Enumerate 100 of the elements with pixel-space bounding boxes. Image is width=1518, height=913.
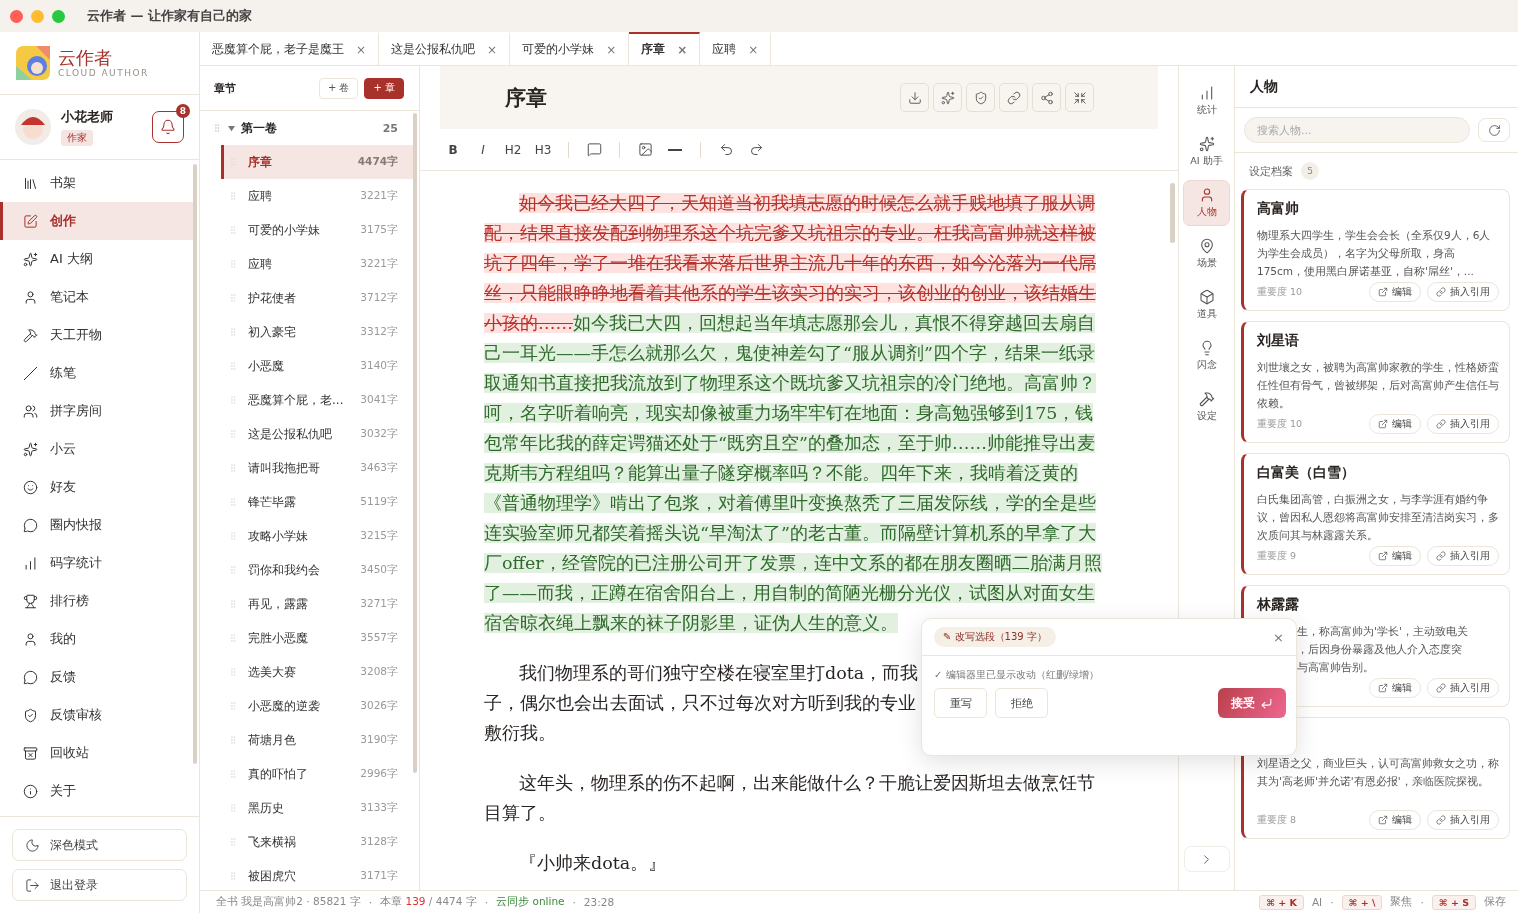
chapter-item[interactable]: 请叫我拖把哥 3463字	[221, 451, 413, 485]
nav-item[interactable]: 拼字房间	[0, 392, 193, 430]
grip-icon[interactable]	[228, 531, 238, 541]
nav-item[interactable]: 好友	[0, 468, 193, 506]
grip-icon[interactable]	[228, 429, 238, 439]
share-button[interactable]	[1032, 83, 1061, 112]
tab-close-button[interactable]: ×	[356, 42, 367, 57]
expand-button[interactable]	[1183, 846, 1230, 872]
grip-icon[interactable]	[228, 599, 238, 609]
chapter-item[interactable]: 应聘 3221字	[221, 247, 413, 281]
format-button[interactable]: H3	[530, 137, 556, 162]
rail-tab[interactable]: 场景	[1183, 231, 1230, 277]
edit-button[interactable]: 编辑	[1369, 414, 1421, 434]
grip-icon[interactable]	[228, 327, 238, 337]
chapter-item[interactable]: 护花使者 3712字	[221, 281, 413, 315]
editor-tab[interactable]: 序章 ×	[629, 32, 701, 65]
format-button[interactable]: B	[440, 137, 466, 162]
refresh-button[interactable]	[1478, 118, 1510, 142]
grip-icon[interactable]	[228, 497, 238, 507]
nav-item[interactable]: 回收站	[0, 734, 193, 772]
add-chapter-button[interactable]: + 章	[364, 77, 404, 99]
chapter-item[interactable]: 真的吓怕了 2996字	[221, 757, 413, 791]
volume-row[interactable]: 第一卷 25	[200, 111, 413, 145]
grip-icon[interactable]	[228, 463, 238, 473]
nav-item[interactable]: 我的	[0, 620, 193, 658]
chapter-item[interactable]: 完胜小恶魔 3557字	[221, 621, 413, 655]
chapter-item[interactable]: 被困虎穴 3171字	[221, 859, 413, 890]
chapter-item[interactable]: 攻略小学妹 3215字	[221, 519, 413, 553]
rail-tab[interactable]: 闪念	[1183, 333, 1230, 379]
grip-icon[interactable]	[228, 837, 238, 847]
insert-reference-button[interactable]: 插入引用	[1427, 546, 1499, 566]
nav-item[interactable]: 创作	[0, 202, 193, 240]
editor-tab[interactable]: 这是公报私仇吧 ×	[379, 32, 511, 65]
grip-icon[interactable]	[228, 667, 238, 677]
search-field[interactable]: 搜索人物...	[1244, 117, 1470, 143]
chapter-item[interactable]: 初入豪宅 3312字	[221, 315, 413, 349]
nav-item[interactable]: 练笔	[0, 354, 193, 392]
tab-close-button[interactable]: ×	[748, 42, 759, 57]
link-button[interactable]	[999, 83, 1028, 112]
rail-tab[interactable]: 人物	[1183, 180, 1230, 226]
nav-item[interactable]: AI 大纲	[0, 240, 193, 278]
chapter-item[interactable]: 应聘 3221字	[221, 179, 413, 213]
chapter-item[interactable]: 这是公报私仇吧 3032字	[221, 417, 413, 451]
insert-reference-button[interactable]: 插入引用	[1427, 282, 1499, 302]
rail-tab[interactable]: AI 助手	[1183, 129, 1230, 175]
rail-tab[interactable]: 道具	[1183, 282, 1230, 328]
download-button[interactable]	[900, 83, 929, 112]
editor-tab[interactable]: 恶魔算个屁，老子是魔王 ×	[200, 32, 380, 65]
tab-close-button[interactable]: ×	[606, 42, 617, 57]
chapter-item[interactable]: 选美大赛 3208字	[221, 655, 413, 689]
grip-icon[interactable]	[228, 293, 238, 303]
nav-item[interactable]: 反馈	[0, 658, 193, 696]
tab-close-button[interactable]: ×	[487, 42, 498, 57]
nav-item[interactable]: 小云	[0, 430, 193, 468]
rewrite-button[interactable]: 重写	[934, 688, 987, 718]
grip-icon[interactable]	[228, 769, 238, 779]
grip-icon[interactable]	[228, 259, 238, 269]
caret-icon[interactable]	[228, 124, 235, 132]
edit-button[interactable]: 编辑	[1369, 546, 1421, 566]
nav-item[interactable]: 关于	[0, 772, 193, 810]
nav-item[interactable]: 天工开物	[0, 316, 193, 354]
chapter-item[interactable]: 恶魔算个屁，老... 3041字	[221, 383, 413, 417]
nav-item[interactable]: 笔记本	[0, 278, 193, 316]
nav-item[interactable]: 码字统计	[0, 544, 193, 582]
editor-tab[interactable]: 应聘 ×	[700, 32, 772, 65]
grip-icon[interactable]	[212, 123, 222, 133]
grip-icon[interactable]	[228, 395, 238, 405]
edit-button[interactable]: 编辑	[1369, 678, 1421, 698]
grip-icon[interactable]	[228, 565, 238, 575]
nav-item[interactable]: 排行榜	[0, 582, 193, 620]
sparkles-button[interactable]	[933, 83, 962, 112]
rail-tab[interactable]: 统计	[1183, 78, 1230, 124]
grip-icon[interactable]	[228, 735, 238, 745]
grip-icon[interactable]	[228, 633, 238, 643]
dark-mode-button[interactable]: 深色模式	[12, 829, 187, 861]
format-button[interactable]: H2	[500, 137, 526, 162]
nav-item[interactable]: 反馈审核	[0, 696, 193, 734]
chapter-item[interactable]: 可爱的小学妹 3175字	[221, 213, 413, 247]
chapter-item[interactable]: 飞来横祸 3128字	[221, 825, 413, 859]
shield-check-button[interactable]	[966, 83, 995, 112]
nav-item[interactable]: 书架	[0, 164, 193, 202]
grip-icon[interactable]	[228, 803, 238, 813]
chapter-item[interactable]: 黑历史 3133字	[221, 791, 413, 825]
edit-button[interactable]: 编辑	[1369, 282, 1421, 302]
chapter-item[interactable]: 锋芒毕露 5119字	[221, 485, 413, 519]
insert-reference-button[interactable]: 插入引用	[1427, 810, 1499, 830]
insert-reference-button[interactable]: 插入引用	[1427, 414, 1499, 434]
grip-icon[interactable]	[228, 361, 238, 371]
grip-icon[interactable]	[228, 701, 238, 711]
chapter-item[interactable]: 小恶魔的逆袭 3026字	[221, 689, 413, 723]
chapter-item[interactable]: 序章 4474字	[221, 145, 413, 179]
grip-icon[interactable]	[228, 225, 238, 235]
close-button[interactable]	[10, 9, 23, 23]
grip-icon[interactable]	[228, 871, 238, 881]
close-button[interactable]: ×	[1273, 629, 1284, 645]
zoom-button[interactable]	[52, 9, 65, 23]
chapter-item[interactable]: 小恶魔 3140字	[221, 349, 413, 383]
chapter-item[interactable]: 罚你和我约会 3450字	[221, 553, 413, 587]
tab-close-button[interactable]: ×	[677, 42, 688, 57]
logout-button[interactable]: 退出登录	[12, 869, 187, 901]
